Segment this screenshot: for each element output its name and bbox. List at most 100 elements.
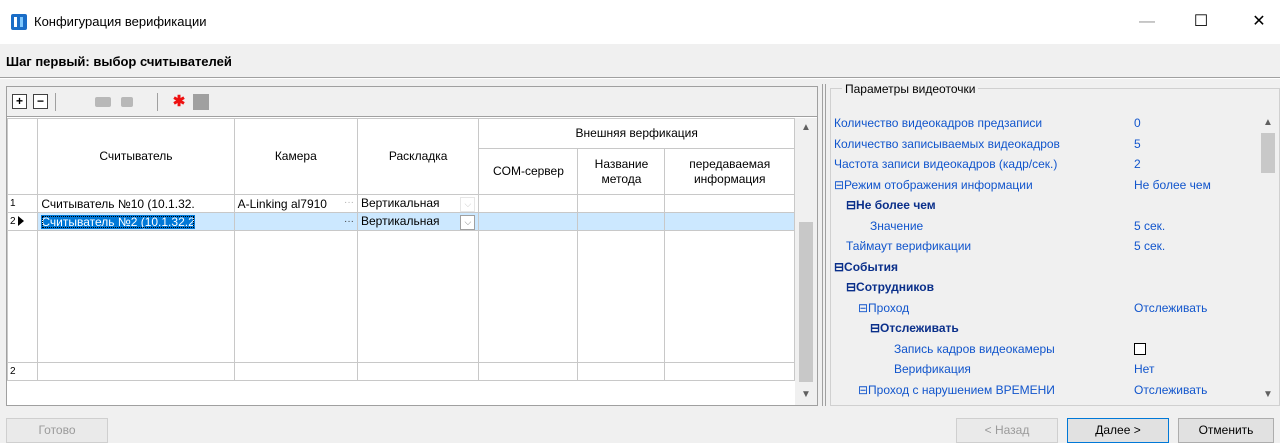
property-row[interactable]: Частота записи видеокадров (кадр/сек.) 2 [832, 154, 1257, 175]
scroll-down-icon[interactable]: ▼ [1257, 385, 1279, 405]
current-row-arrow-icon [17, 216, 24, 227]
property-value[interactable]: 5 [1131, 134, 1257, 154]
row-number: 2 [6, 362, 39, 381]
window-title: Конфигурация верификации [34, 14, 207, 29]
property-value[interactable]: 5 сек. [1131, 236, 1257, 256]
new-row-cell[interactable] [37, 362, 235, 381]
row-number: 2 [6, 212, 39, 231]
property-row[interactable]: Значение 5 сек. [832, 215, 1257, 236]
minimize-button[interactable]: — [1132, 8, 1162, 36]
property-name: Таймаут верификации [832, 236, 1130, 256]
camera-off-icon[interactable] [121, 97, 133, 107]
info-cell[interactable] [664, 194, 795, 213]
column-header-reader[interactable]: Считыватель [37, 118, 235, 195]
camera-disabled-icon[interactable] [95, 97, 111, 107]
reader-cell[interactable]: Считыватель №2 (10.1.32.2 [37, 212, 235, 231]
close-button[interactable]: ✕ [1244, 8, 1274, 36]
cancel-button[interactable]: Отменить [1178, 418, 1274, 443]
table-row-selected[interactable]: 2 Считыватель №2 (10.1.32.2 ··· ⌵ Вертика… [6, 212, 795, 231]
next-button[interactable]: Далее > [1067, 418, 1169, 443]
reader-cell-value[interactable]: Считыватель №2 (10.1.32.2 [41, 214, 195, 229]
ellipsis-icon[interactable]: ··· [344, 216, 354, 227]
property-value[interactable]: Отслеживать [1131, 298, 1257, 318]
app-logo-icon [11, 14, 27, 30]
blank-cell [478, 230, 579, 363]
camera-cell[interactable]: ··· A-Linking al7910 [233, 194, 358, 213]
info-cell[interactable] [664, 212, 795, 231]
title-bar: Конфигурация верификации — ☐ ✕ [0, 0, 1280, 44]
property-value[interactable]: Отслеживать [1131, 380, 1257, 400]
com-server-cell[interactable] [478, 212, 579, 231]
scroll-thumb[interactable] [799, 222, 813, 382]
collapse-icon[interactable]: − [33, 94, 48, 109]
property-row[interactable]: ⊟Сотрудников [832, 277, 1257, 298]
column-header-info[interactable]: передаваемая информация [664, 148, 795, 195]
new-row-cell[interactable] [356, 362, 480, 381]
maximize-button[interactable]: ☐ [1186, 8, 1216, 36]
person-verification-icon[interactable]: ✱ [169, 92, 189, 112]
property-name: Верификация [832, 359, 1130, 379]
property-row[interactable]: ⊟События [832, 256, 1257, 277]
property-row[interactable]: ⊟Режим отображения информации Не более че… [832, 174, 1257, 195]
property-row[interactable]: ⊟Не более чем [832, 195, 1257, 216]
property-row[interactable]: Верификация Нет [832, 359, 1257, 380]
property-row[interactable]: Запись кадров видеокамеры [832, 338, 1257, 359]
new-row-cell[interactable] [577, 362, 666, 381]
step-title: Шаг первый: выбор считывателей [6, 54, 232, 69]
property-value[interactable]: 2 [1131, 154, 1257, 174]
com-server-cell[interactable] [478, 194, 579, 213]
layout-cell[interactable]: ⌵ Вертикальная [356, 194, 480, 213]
property-name: Значение [832, 215, 1130, 236]
property-value[interactable] [1131, 277, 1257, 297]
property-value[interactable]: Нет [1131, 359, 1257, 379]
reader-cell[interactable]: Считыватель №10 (10.1.32. [37, 194, 235, 213]
scroll-up-icon[interactable]: ▲ [795, 118, 817, 138]
property-row[interactable]: Таймаут верификации 5 сек. [832, 236, 1257, 257]
property-grid: Количество видеокадров предзаписи 0 Количе… [832, 113, 1257, 405]
camera-cell[interactable]: ··· [233, 212, 358, 231]
method-cell[interactable] [577, 212, 666, 231]
property-value[interactable] [1131, 257, 1257, 277]
property-value[interactable]: 5 сек. [1131, 216, 1257, 236]
scroll-up-icon[interactable]: ▲ [1257, 113, 1279, 133]
column-header-com-server[interactable]: COM-сервер [478, 148, 579, 195]
layout-cell[interactable]: ⌵ Вертикальная [356, 212, 480, 231]
property-value[interactable]: 0 [1131, 113, 1257, 133]
scroll-down-icon[interactable]: ▼ [795, 385, 817, 405]
chevron-down-icon[interactable]: ⌵ [460, 214, 476, 230]
scroll-thumb[interactable] [1261, 133, 1275, 173]
layout-cell-value: Вертикальная [360, 195, 440, 210]
new-row[interactable]: 2 [6, 362, 795, 381]
property-scrollbar[interactable]: ▲ ▼ [1257, 113, 1279, 405]
property-value[interactable]: Не более чем [1131, 175, 1257, 195]
property-row[interactable]: Количество записываемых видеокадров 5 [832, 133, 1257, 154]
row-header-corner [6, 118, 39, 195]
column-header-camera[interactable]: Камера [233, 118, 358, 195]
property-value[interactable] [1131, 339, 1257, 359]
blank-cell [577, 230, 666, 363]
property-row[interactable]: ⊟Проход с нарушением ВРЕМЕНИ Отслеживать [832, 379, 1257, 400]
new-row-cell[interactable] [233, 362, 358, 381]
ellipsis-icon[interactable]: ··· [344, 197, 354, 208]
column-header-layout[interactable]: Раскладка [356, 118, 480, 195]
camera-cell-value: A-Linking al7910 [237, 196, 327, 211]
gray-square-icon[interactable] [193, 94, 209, 110]
table-row[interactable]: 1 Считыватель №10 (10.1.32. ··· A-Linking… [6, 194, 795, 213]
property-row[interactable]: ⊟Проход Отслеживать [832, 297, 1257, 318]
chevron-down-icon[interactable]: ⌵ [460, 196, 476, 212]
column-header-method[interactable]: Название метода [577, 148, 666, 195]
back-button[interactable]: < Назад [956, 418, 1058, 443]
property-value[interactable] [1131, 318, 1257, 338]
property-row[interactable]: Количество видеокадров предзаписи 0 [832, 113, 1257, 134]
property-value[interactable] [1131, 195, 1257, 215]
done-button[interactable]: Готово [6, 418, 108, 443]
splitter[interactable] [822, 84, 826, 406]
property-name: ⊟Режим отображения информации [832, 174, 1130, 195]
expand-icon[interactable]: + [12, 94, 27, 109]
property-row[interactable]: ⊟Отслеживать [832, 318, 1257, 339]
checkbox[interactable] [1134, 343, 1146, 356]
method-cell[interactable] [577, 194, 666, 213]
grid-scrollbar[interactable]: ▲ ▼ [795, 118, 817, 405]
new-row-cell[interactable] [664, 362, 795, 381]
new-row-cell[interactable] [478, 362, 579, 381]
